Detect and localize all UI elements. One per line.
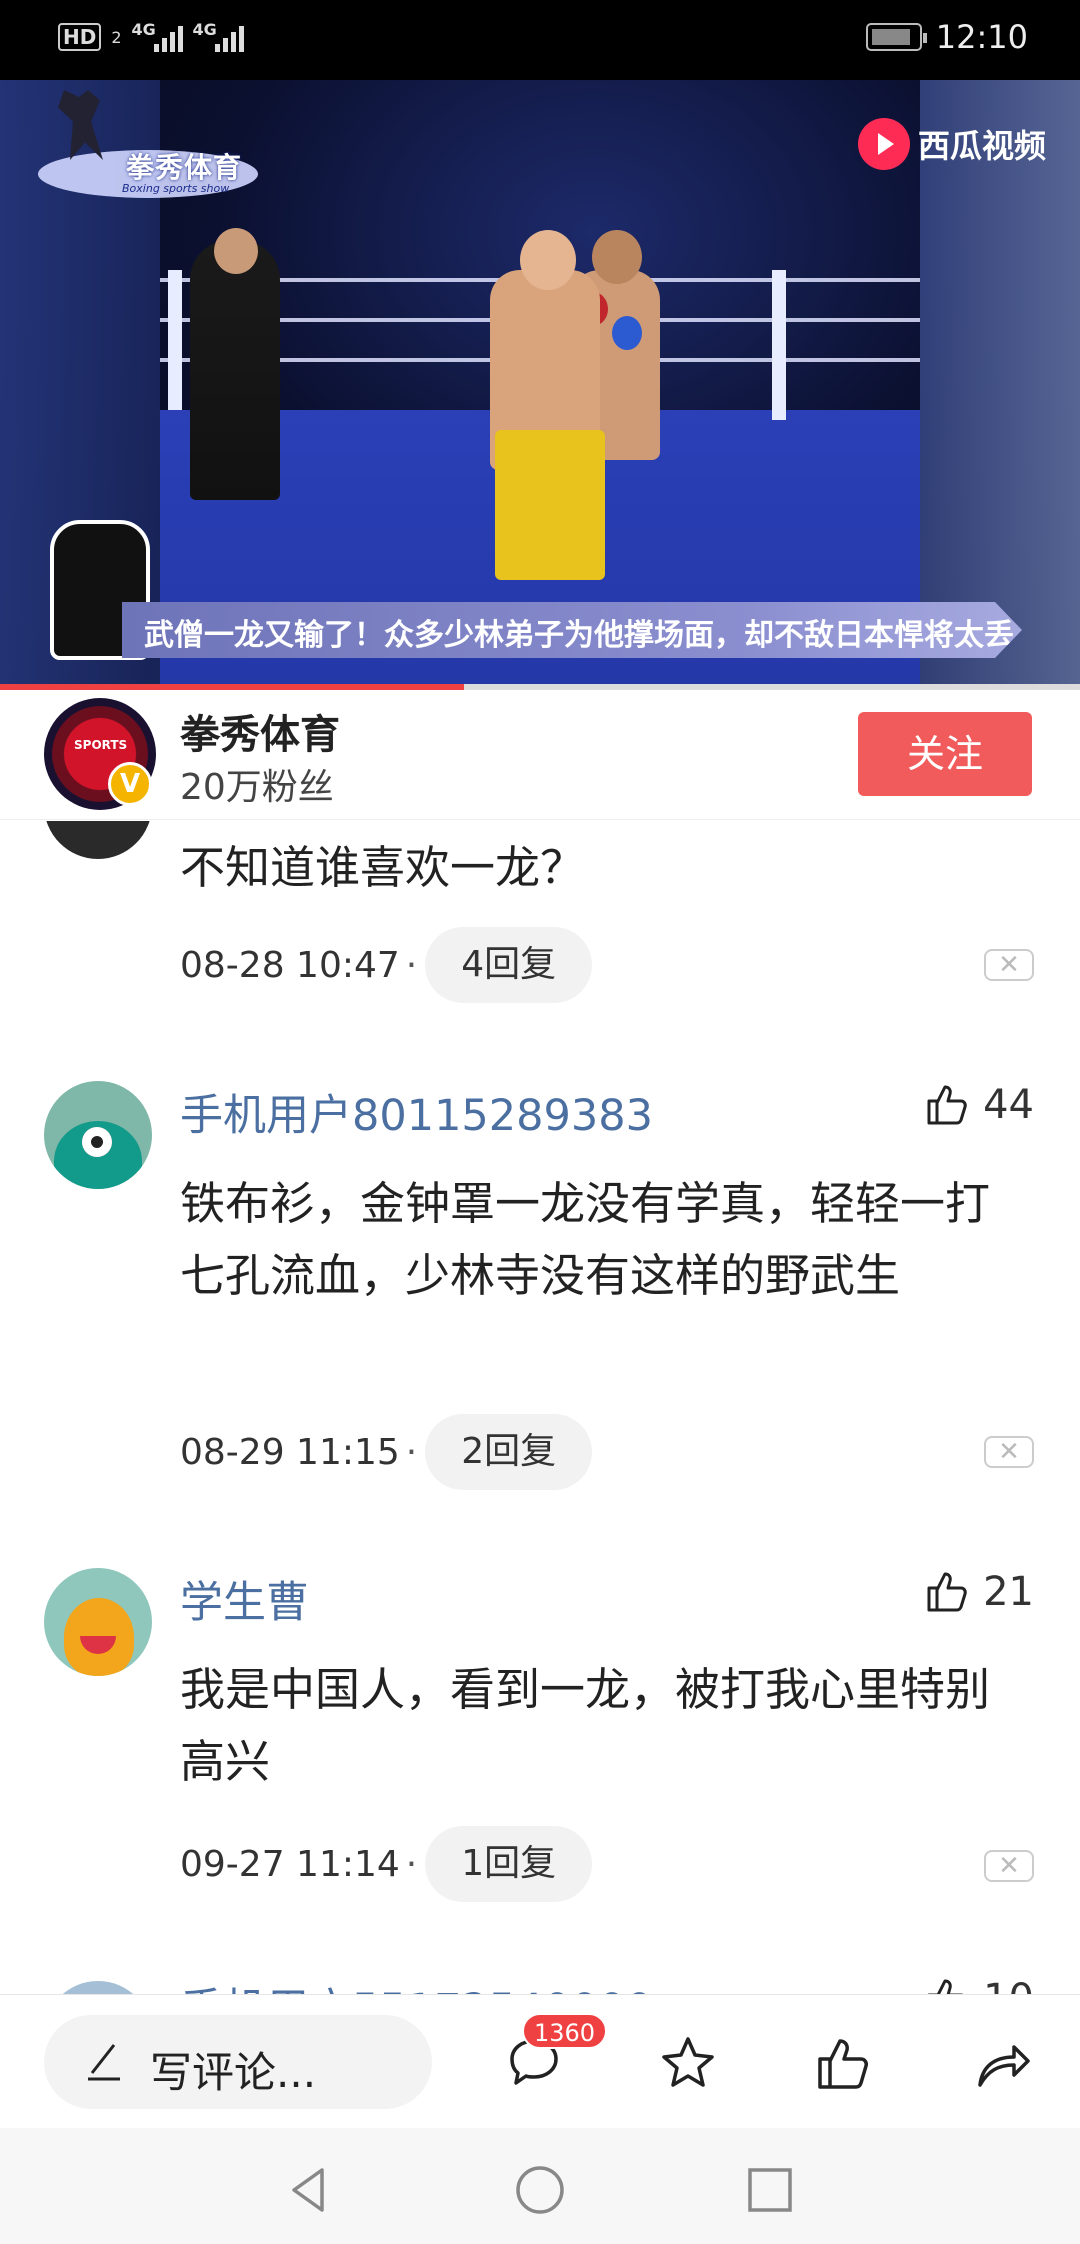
hd-indicator: HD <box>58 23 102 51</box>
channel-logo: 拳秀体育 Boxing sports show <box>38 90 258 200</box>
follow-button[interactable]: 关注 <box>858 712 1032 796</box>
play-logo-icon <box>857 118 910 170</box>
thumbs-up-icon <box>927 1572 967 1612</box>
comment-avatar[interactable] <box>44 821 152 859</box>
comment-avatar[interactable] <box>44 1981 152 1994</box>
boxer-silhouette-icon <box>58 90 103 160</box>
platform-watermark: 西瓜视频 <box>857 118 1046 170</box>
pen-icon <box>88 2044 120 2081</box>
home-circle-icon[interactable] <box>514 2164 566 2216</box>
comment-avatar[interactable] <box>44 1568 152 1676</box>
video-caption-text: 武僧一龙又输了！众多少林弟子为他撑场面，却不敌日本悍将太丢人！ <box>144 618 1074 653</box>
clock: 12:10 <box>935 18 1028 56</box>
meta-separator: · <box>405 1843 418 1885</box>
thumbs-up-icon <box>927 1085 967 1125</box>
reply-count-button[interactable]: 1回复 <box>425 1826 593 1902</box>
reply-count-button[interactable]: 2回复 <box>425 1414 593 1490</box>
meta-separator: · <box>405 944 418 986</box>
channel-logo-sub: Boxing sports show <box>122 182 230 195</box>
signal-label-2: 4G <box>192 20 217 39</box>
comment-username[interactable]: 学生曹 <box>180 1568 309 1630</box>
status-bar: HD 2 4G 4G 12:10 <box>0 0 1080 80</box>
channel-logo-text: 拳秀体育 <box>126 151 243 184</box>
video-blur-right <box>920 80 1080 688</box>
comment-text: 我是中国人，看到一龙，被打我心里特别高兴 <box>180 1663 991 1788</box>
author-bar: SPORTS V 拳秀体育 20万粉丝 关注 <box>0 690 1080 820</box>
write-comment-input[interactable]: 写评论... <box>44 2015 432 2109</box>
thumbs-up-icon <box>927 1979 964 1994</box>
comment-time: 09-27 11:14 <box>180 1843 400 1885</box>
thumbs-up-icon[interactable] <box>812 2031 876 2095</box>
comment-count-badge: 1360 <box>522 2013 608 2049</box>
write-comment-placeholder: 写评论... <box>150 2048 317 2097</box>
dismiss-icon[interactable]: ✕ <box>984 1436 1034 1468</box>
status-left: HD 2 4G 4G <box>58 20 244 52</box>
comment-username[interactable]: 手机用户55172540000 <box>180 1975 653 1994</box>
comment-avatar[interactable] <box>44 1081 152 1189</box>
comment-time: 08-28 10:47 <box>180 944 400 986</box>
author-fans: 20万粉丝 <box>180 767 334 808</box>
battery-icon <box>865 23 927 51</box>
comment-text: 不知道谁喜欢一龙？ <box>180 841 586 894</box>
back-triangle-icon[interactable] <box>284 2164 336 2216</box>
signal-icon-2: 4G <box>192 20 244 52</box>
author-avatar-text: SPORTS <box>74 738 128 752</box>
comment-time: 08-29 11:15 <box>180 1431 400 1473</box>
like-count: 10 <box>983 1976 1034 1994</box>
status-right: 12:10 <box>865 18 1028 56</box>
like-button[interactable]: 21 <box>923 1568 1034 1616</box>
video-caption: 武僧一龙又输了！众多少林弟子为他撑场面，却不敌日本悍将太丢人！ <box>122 602 1022 658</box>
comment-action-bar: 写评论... 1360 <box>0 1994 1080 2128</box>
dismiss-icon[interactable]: ✕ <box>984 1850 1034 1882</box>
like-count: 44 <box>983 1082 1034 1128</box>
verified-badge: V <box>108 762 152 806</box>
like-button[interactable]: 44 <box>923 1081 1034 1129</box>
recents-square-icon[interactable] <box>744 2164 796 2216</box>
dismiss-icon[interactable]: ✕ <box>984 949 1034 981</box>
share-icon[interactable] <box>970 2031 1034 2095</box>
star-icon[interactable] <box>656 2031 720 2095</box>
comment-text: 铁布衫，金钟罩一龙没有学真，轻轻一打七孔流血，少林寺没有这样的野武生 <box>180 1177 991 1302</box>
hd-sub: 2 <box>111 27 122 47</box>
comment-username[interactable]: 手机用户80115289383 <box>180 1081 653 1143</box>
system-nav-bar <box>0 2128 1080 2244</box>
comment-meta: 08-29 11:15 · 2回复 <box>180 1414 593 1490</box>
like-count: 21 <box>983 1569 1034 1615</box>
meta-separator: · <box>405 1431 418 1473</box>
author-name[interactable]: 拳秀体育 <box>180 702 340 760</box>
video-player[interactable]: 拳秀体育 Boxing sports show 西瓜视频 武僧一龙又输了！众多少… <box>0 80 1080 688</box>
comment-list[interactable]: 不知道谁喜欢一龙？ 08-28 10:47 · 4回复 ✕ 手机用户801152… <box>0 821 1080 1994</box>
like-button[interactable]: 10 <box>923 1975 1034 1994</box>
comment-meta: 08-28 10:47 · 4回复 <box>180 927 593 1003</box>
referee <box>190 240 280 500</box>
signal-label: 4G <box>131 20 156 39</box>
comment-meta: 09-27 11:14 · 1回复 <box>180 1826 593 1902</box>
reply-count-button[interactable]: 4回复 <box>425 927 593 1003</box>
platform-label: 西瓜视频 <box>917 127 1046 165</box>
signal-icon: 4G <box>131 20 183 52</box>
